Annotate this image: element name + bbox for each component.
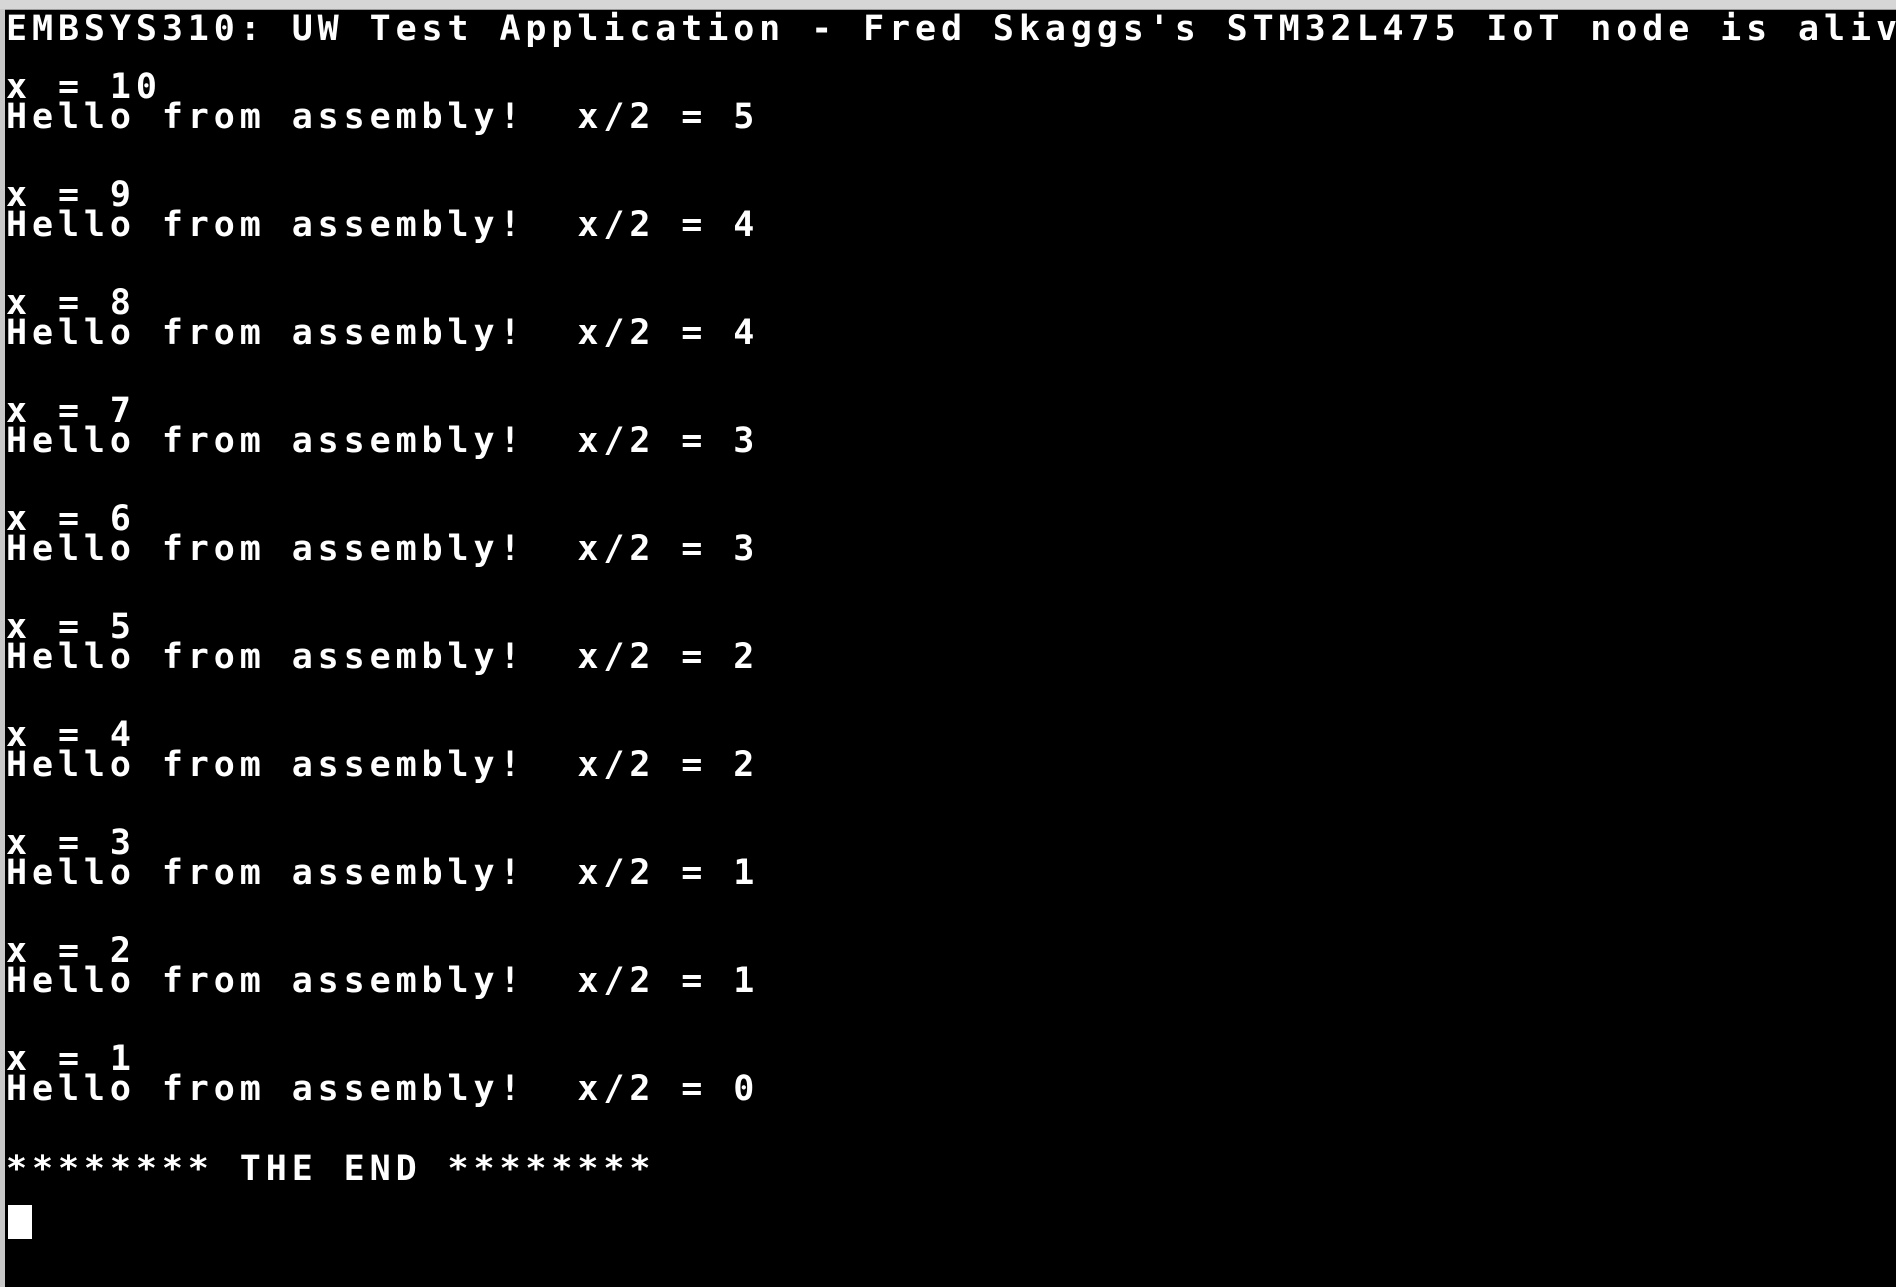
assembly-result-line: Hello from assembly! x/2 = 4 (6, 205, 760, 245)
window-left-edge (0, 9, 5, 1287)
assembly-result-line: Hello from assembly! x/2 = 0 (6, 1069, 760, 1109)
assembly-result-line: Hello from assembly! x/2 = 3 (6, 529, 760, 569)
assembly-result-line: Hello from assembly! x/2 = 1 (6, 961, 760, 1001)
text-cursor (8, 1205, 32, 1239)
assembly-result-line: Hello from assembly! x/2 = 3 (6, 421, 760, 461)
assembly-result-line: Hello from assembly! x/2 = 2 (6, 745, 760, 785)
assembly-result-line: Hello from assembly! x/2 = 1 (6, 853, 760, 893)
end-banner-line: ******** THE END ******** (6, 1149, 656, 1189)
assembly-result-line: Hello from assembly! x/2 = 5 (6, 97, 760, 137)
terminal-output[interactable]: EMBSYS310: UW Test Application - Fred Sk… (6, 8, 1896, 1283)
terminal-title-line: EMBSYS310: UW Test Application - Fred Sk… (6, 9, 1896, 49)
assembly-result-line: Hello from assembly! x/2 = 2 (6, 637, 760, 677)
assembly-result-line: Hello from assembly! x/2 = 4 (6, 313, 760, 353)
terminal-window[interactable]: EMBSYS310: UW Test Application - Fred Sk… (0, 0, 1896, 1287)
